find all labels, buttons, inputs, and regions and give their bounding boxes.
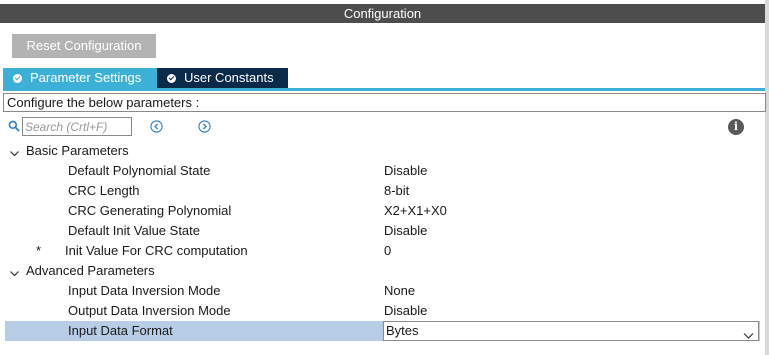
- param-value[interactable]: Disable: [384, 301, 427, 321]
- tab-label: Parameter Settings: [30, 70, 142, 85]
- search-icon[interactable]: [8, 120, 20, 135]
- window-title: Configuration: [0, 4, 765, 23]
- tab-label: User Constants: [184, 70, 274, 85]
- chevron-down-icon[interactable]: [743, 327, 754, 345]
- check-circle-icon: [167, 73, 176, 83]
- param-name: CRC Generating Polynomial: [68, 203, 232, 218]
- param-row[interactable]: CRC Length 8-bit: [5, 181, 760, 201]
- param-row[interactable]: CRC Generating Polynomial X2+X1+X0: [5, 201, 760, 221]
- search-input[interactable]: [22, 117, 132, 136]
- param-name: Default Polynomial State: [68, 163, 211, 178]
- param-value[interactable]: 0: [384, 241, 391, 261]
- select-value: Bytes: [386, 323, 419, 338]
- param-row-selected[interactable]: Input Data Format Bytes: [5, 321, 760, 341]
- param-value[interactable]: Disable: [384, 221, 427, 241]
- param-value[interactable]: None: [384, 281, 415, 301]
- group-label: Advanced Parameters: [26, 263, 155, 278]
- param-name: Input Data Format: [68, 323, 173, 338]
- param-name: CRC Length: [68, 183, 140, 198]
- group-label: Basic Parameters: [26, 143, 129, 158]
- param-name: Default Init Value State: [68, 223, 201, 238]
- input-data-format-select[interactable]: Bytes: [383, 321, 759, 341]
- panel-edge: [765, 0, 769, 355]
- group-advanced-parameters[interactable]: Advanced Parameters: [5, 261, 760, 281]
- param-row[interactable]: * Init Value For CRC computation 0: [5, 241, 760, 261]
- param-name: Init Value For CRC computation: [65, 243, 248, 258]
- info-icon[interactable]: i: [728, 119, 744, 135]
- required-marker: *: [36, 243, 42, 258]
- previous-result-icon[interactable]: [150, 120, 163, 136]
- tab-underline: [3, 88, 765, 91]
- param-name: Input Data Inversion Mode: [68, 283, 221, 298]
- tab-bar: Parameter Settings User Constants: [3, 68, 288, 88]
- description-field: Configure the below parameters :: [3, 93, 766, 112]
- param-value[interactable]: 8-bit: [384, 181, 409, 201]
- group-basic-parameters[interactable]: Basic Parameters: [5, 141, 760, 161]
- reset-configuration-button[interactable]: Reset Configuration: [12, 34, 156, 58]
- tab-user-constants[interactable]: User Constants: [157, 68, 288, 88]
- param-row[interactable]: Default Polynomial State Disable: [5, 161, 760, 181]
- check-circle-icon: [13, 73, 22, 83]
- param-row[interactable]: Output Data Inversion Mode Disable: [5, 301, 760, 321]
- next-result-icon[interactable]: [198, 120, 211, 136]
- param-value[interactable]: X2+X1+X0: [384, 201, 447, 221]
- param-value[interactable]: Disable: [384, 161, 427, 181]
- param-name: Output Data Inversion Mode: [68, 303, 231, 318]
- tab-parameter-settings[interactable]: Parameter Settings: [3, 68, 157, 88]
- param-row[interactable]: Default Init Value State Disable: [5, 221, 760, 241]
- param-row[interactable]: Input Data Inversion Mode None: [5, 281, 760, 301]
